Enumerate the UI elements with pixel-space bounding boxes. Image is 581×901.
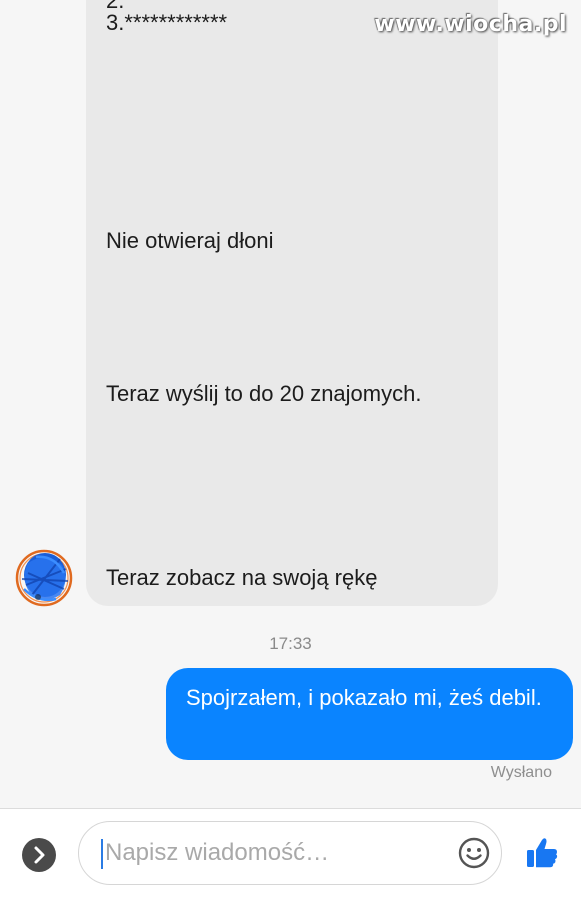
text-caret bbox=[101, 839, 103, 869]
site-watermark: www.wiocha.pl bbox=[374, 12, 567, 37]
incoming-message-line-1: Nie otwieraj dłoni bbox=[106, 228, 274, 253]
incoming-message-bubble bbox=[86, 0, 498, 606]
sent-status-label: Wysłano bbox=[490, 764, 552, 781]
message-input[interactable]: Napisz wiadomość… bbox=[78, 821, 502, 885]
chat-area: 2. 3.************ Nie otwieraj dłoni Ter… bbox=[0, 0, 581, 808]
expand-actions-button[interactable] bbox=[22, 838, 56, 872]
incoming-message-line-2: Teraz wyślij to do 20 znajomych. bbox=[106, 381, 422, 406]
scribbled-avatar-icon bbox=[15, 549, 73, 607]
thumbs-up-icon bbox=[527, 838, 558, 868]
outgoing-message-text: Spojrzałem, i pokazało mi, żeś debil. bbox=[186, 685, 542, 710]
message-input-placeholder: Napisz wiadomość… bbox=[105, 839, 330, 866]
incoming-message-line-stars: 3.************ bbox=[106, 10, 228, 35]
smiley-icon bbox=[458, 837, 490, 869]
message-timestamp: 17:33 bbox=[269, 634, 312, 653]
like-button[interactable] bbox=[524, 835, 560, 871]
avatar[interactable] bbox=[14, 545, 74, 611]
message-composer: Napisz wiadomość… bbox=[0, 808, 581, 901]
outgoing-message-bubble: Spojrzałem, i pokazało mi, żeś debil. bbox=[166, 668, 573, 760]
incoming-message-line-3: Teraz zobacz na swoją rękę bbox=[106, 565, 378, 590]
chevron-right-icon bbox=[34, 846, 45, 864]
emoji-button[interactable] bbox=[457, 836, 491, 870]
